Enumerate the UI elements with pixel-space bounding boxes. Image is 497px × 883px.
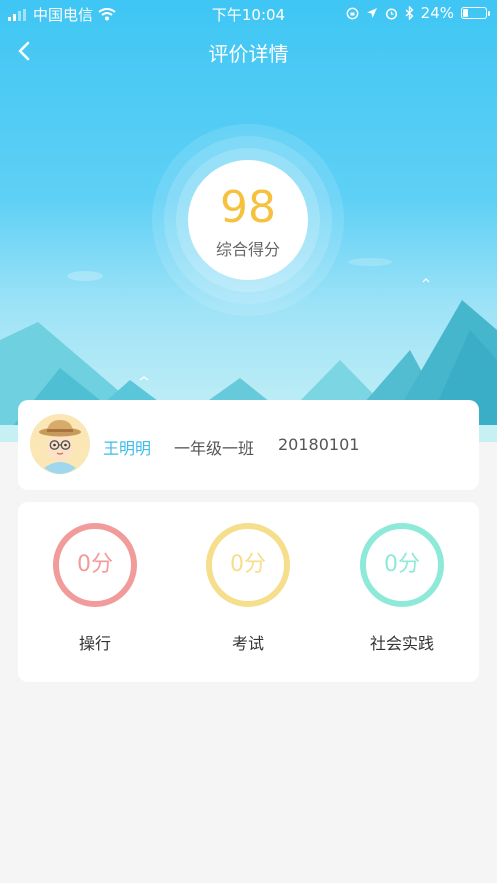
status-bar: 中国电信 下午10:04 24% [0,0,497,26]
category-score: 0分 [77,552,113,577]
bluetooth-icon [405,6,414,20]
page-title: 评价详情 [208,42,289,66]
category-score: 0分 [230,552,266,577]
overall-score-value: 98 [220,182,276,233]
rotation-lock-icon [346,7,359,19]
student-name: 王明明 [103,439,152,458]
navigation-bar: 评价详情 [0,28,497,72]
category-label: 考试 [231,634,264,653]
category-scores-card: 0分 操行 0分 考试 0分 社会实践 [18,502,479,682]
category-label: 操行 [78,634,111,653]
alarm-icon [385,7,397,20]
overall-score-label: 综合得分 [215,240,280,259]
category-score: 0分 [384,552,420,577]
student-info-card: 王明明 一年级一班 20180101 [18,400,479,490]
battery-level-fill [463,9,468,17]
category-conduct[interactable]: 0分 操行 [35,522,155,672]
student-class: 一年级一班 [174,439,255,458]
avatar [30,414,90,474]
location-icon [366,8,377,18]
student-id: 20180101 [278,435,360,454]
category-social-practice[interactable]: 0分 社会实践 [342,522,462,672]
category-exam[interactable]: 0分 考试 [188,522,308,672]
battery-icon [461,7,490,19]
overall-score-badge: 98 综合得分 [152,124,344,316]
battery-percent: 24% [420,4,454,22]
category-label: 社会实践 [369,634,434,653]
